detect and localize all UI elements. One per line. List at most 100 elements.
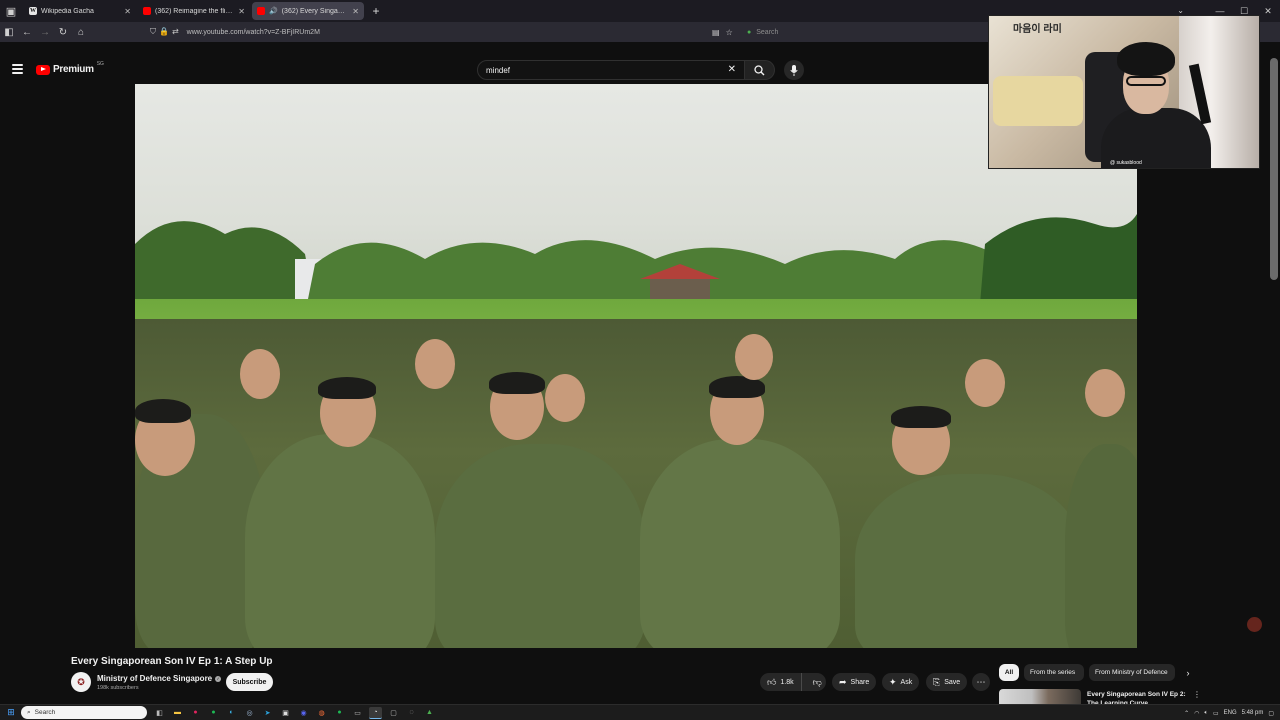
soldier-head xyxy=(965,359,1005,407)
chevron-up-icon[interactable]: ⌃ xyxy=(1184,710,1189,717)
more-vertical-icon[interactable]: ⋮ xyxy=(1193,690,1201,699)
start-menu-icon[interactable]: ⊞ xyxy=(3,707,19,718)
wifi-icon[interactable]: ◠ xyxy=(1194,710,1199,717)
search-input[interactable]: mindef ✕ xyxy=(477,60,745,80)
search-engine-icon: ● xyxy=(747,28,752,36)
address-bar[interactable]: ⛉🔒⇄ www.youtube.com/watch?v=Z-BFjIRUm2M xyxy=(150,23,740,41)
clock[interactable]: 5:48 pm xyxy=(1242,710,1264,716)
soldier-figure xyxy=(435,444,645,648)
browser-search-placeholder: Search xyxy=(756,28,779,36)
close-tab-icon[interactable]: ✕ xyxy=(124,7,131,16)
app-icon[interactable]: ● xyxy=(189,707,202,719)
close-tab-icon[interactable]: ✕ xyxy=(352,7,359,16)
streamer-glasses xyxy=(1126,76,1166,86)
channel-name-text: Ministry of Defence Singapore xyxy=(97,674,213,683)
share-button[interactable]: ➦ Share xyxy=(832,673,877,691)
app-icon[interactable]: ▣ xyxy=(279,707,292,719)
dislike-button[interactable]: 👎︎ xyxy=(806,673,829,691)
like-count: 1.8k xyxy=(780,678,794,686)
chip-from-the-series[interactable]: From the series xyxy=(1024,664,1084,681)
spotify-icon[interactable]: ● xyxy=(207,707,220,719)
edge-icon[interactable]: ◐ xyxy=(225,707,238,719)
more-horizontal-icon: ⋯ xyxy=(976,676,986,687)
steam-icon[interactable]: ◎ xyxy=(243,707,256,719)
taskbar-apps: ◧ ▬ ● ● ◐ ◎ ➤ ▣ ◉ ◍ ● ▭ ◔ ▢ ◌ ▲ xyxy=(153,706,436,719)
voice-search-button[interactable] xyxy=(784,60,804,80)
taskbar-search-field[interactable]: ⌕ Search xyxy=(21,706,147,719)
youtube-logo[interactable]: Premium SG xyxy=(36,60,104,75)
channel-watermark-icon[interactable] xyxy=(1247,617,1262,632)
wikipedia-icon: W xyxy=(29,7,37,15)
page-scrollbar[interactable] xyxy=(1270,58,1278,280)
region-code: SG xyxy=(96,60,104,67)
soldier-hair xyxy=(489,372,545,394)
taskbar-search-placeholder: Search xyxy=(34,709,56,716)
browser-search-field[interactable]: ● Search xyxy=(747,23,987,41)
bookmark-star-icon[interactable]: ☆ xyxy=(726,28,733,37)
language-indicator[interactable]: ENG xyxy=(1224,710,1237,716)
address-bar-actions: ▤ ☆ xyxy=(712,22,733,42)
thumbs-up-icon: 👍︎ xyxy=(767,676,777,687)
discord-icon[interactable]: ◉ xyxy=(297,707,310,719)
search-query: mindef xyxy=(486,65,511,75)
ask-label: Ask xyxy=(900,678,913,686)
tab-reimagine-flight[interactable]: (362) Reimagine the flight - ... ✕ xyxy=(138,2,250,20)
app-icon[interactable]: ▢ xyxy=(387,707,400,719)
firefox-icon[interactable]: ◍ xyxy=(315,707,328,719)
speaker-icon[interactable]: 🔊 xyxy=(269,7,278,15)
chip-from-ministry-of-defence[interactable]: From Ministry of Defence xyxy=(1089,664,1175,681)
chevron-right-icon[interactable]: › xyxy=(1180,664,1196,681)
back-icon[interactable]: ← xyxy=(18,27,36,38)
spotify-icon[interactable]: ● xyxy=(333,707,346,719)
video-player[interactable] xyxy=(135,84,1137,648)
streamer-hair xyxy=(1117,42,1175,76)
subscribe-button[interactable]: Subscribe xyxy=(226,673,273,691)
home-icon[interactable]: ⌂ xyxy=(72,27,90,38)
new-tab-button[interactable]: + xyxy=(368,4,384,18)
tab-title: (362) Reimagine the flight - ... xyxy=(155,7,235,15)
search-button[interactable] xyxy=(745,60,775,80)
ask-button[interactable]: ✦ Ask xyxy=(882,673,920,691)
streamer-handle: @ sukasblood xyxy=(1110,160,1142,166)
battery-icon[interactable]: ▭ xyxy=(1213,710,1219,717)
save-label: Save xyxy=(944,678,961,686)
soldier-head xyxy=(240,349,280,399)
app-icon[interactable]: ▲ xyxy=(423,707,436,719)
system-tray: ⌃ ◠ 🔈︎ ▭ ENG 5:48 pm ▢ xyxy=(1184,705,1280,720)
obs-icon[interactable]: ◔ xyxy=(369,706,382,719)
clear-search-icon[interactable]: ✕ xyxy=(728,64,736,75)
notification-icon[interactable]: ▢ xyxy=(1268,710,1274,717)
app-icon[interactable]: ▭ xyxy=(351,707,364,719)
volume-icon[interactable]: 🔈︎ xyxy=(1204,710,1208,717)
menu-icon[interactable] xyxy=(12,64,23,74)
tab-overview-icon[interactable]: ▣ xyxy=(0,0,22,22)
forward-icon[interactable]: → xyxy=(36,27,54,38)
like-button[interactable]: 👍︎ 1.8k xyxy=(760,673,802,691)
channel-name[interactable]: Ministry of Defence Singapore ✓ xyxy=(97,674,222,683)
telegram-icon[interactable]: ➤ xyxy=(261,707,274,719)
tab-every-singaporean-son[interactable]: 🔊 (362) Every Singaporean So... ✕ xyxy=(252,2,364,20)
share-icon: ➦ xyxy=(839,676,847,687)
reload-icon[interactable]: ↻ xyxy=(54,27,72,38)
url-text: www.youtube.com/watch?v=Z-BFjIRUm2M xyxy=(186,28,320,36)
youtube-icon xyxy=(257,7,265,15)
sidebar-toggle-icon[interactable]: ◧ xyxy=(0,27,18,38)
soldier-head xyxy=(1085,369,1125,417)
like-dislike-group: 👍︎ 1.8k 👎︎ xyxy=(760,673,826,691)
thumbs-down-icon: 👎︎ xyxy=(812,676,822,687)
tab-title: (362) Every Singaporean So... xyxy=(281,7,349,15)
more-actions-button[interactable]: ⋯ xyxy=(972,673,990,691)
webcam-sign: 마음이 라미 xyxy=(1013,24,1062,35)
save-button[interactable]: ⎘ Save xyxy=(926,673,968,691)
file-explorer-icon[interactable]: ▬ xyxy=(171,707,184,719)
video-title: Every Singaporean Son IV Ep 1: A Step Up xyxy=(71,656,273,667)
chip-all[interactable]: All xyxy=(999,664,1019,681)
reader-view-icon[interactable]: ▤ xyxy=(712,28,720,37)
verified-badge-icon: ✓ xyxy=(215,675,222,682)
app-icon[interactable]: ◌ xyxy=(405,707,418,719)
close-tab-icon[interactable]: ✕ xyxy=(238,7,245,16)
logo-text: Premium xyxy=(53,64,94,75)
task-view-icon[interactable]: ◧ xyxy=(153,707,166,719)
channel-avatar[interactable]: ✪ xyxy=(71,672,91,692)
tab-wikipedia-gacha[interactable]: W Wikipedia Gacha ✕ xyxy=(24,2,136,20)
